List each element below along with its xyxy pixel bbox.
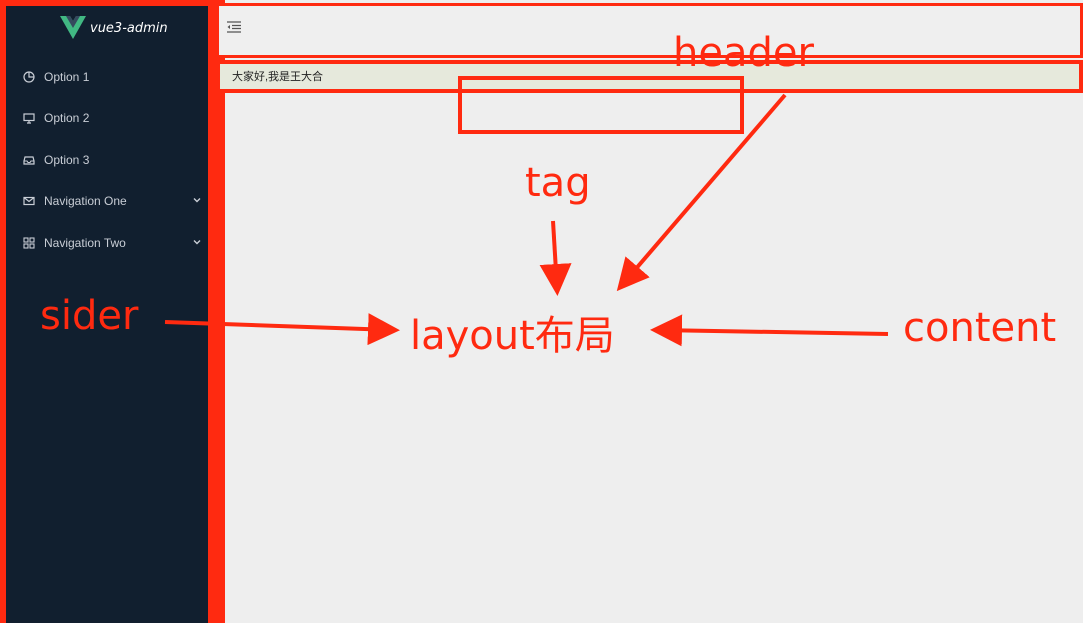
arrow-content [650, 314, 889, 347]
arrow-tag [539, 220, 572, 296]
tag-item[interactable]: 大家好,我是王大合 [232, 68, 323, 84]
sidebar-item-navigation-one[interactable]: Navigation One [0, 183, 210, 219]
annotation-sider-label: sider [40, 293, 139, 339]
sidebar-item-option-1[interactable]: Option 1 [0, 59, 210, 95]
menu-fold-icon[interactable] [226, 20, 242, 34]
header [216, 3, 1083, 58]
annotation-content-label: content [903, 305, 1057, 351]
appstore-icon [22, 236, 36, 250]
sidebar-item-label: Option 1 [44, 70, 90, 84]
annotation-header-label: header [673, 30, 814, 76]
sidebar-item-label: Navigation Two [44, 236, 126, 250]
sidebar-item-navigation-two[interactable]: Navigation Two [0, 225, 210, 261]
sidebar-item-option-3[interactable]: Option 3 [0, 142, 210, 178]
mail-icon [22, 194, 36, 208]
sidebar-item-label: Option 3 [44, 153, 90, 167]
chevron-down-icon [193, 198, 201, 203]
pie-chart-icon [22, 70, 36, 84]
annotation-tag-label: tag [525, 160, 591, 206]
desktop-icon [22, 111, 36, 125]
chevron-down-icon [193, 240, 201, 245]
sidebar-item-label: Navigation One [44, 194, 127, 208]
annotation-box [458, 76, 744, 134]
sidebar-item-option-2[interactable]: Option 2 [0, 100, 210, 136]
sider-annotation-bar [211, 0, 225, 623]
vue-logo-icon [60, 16, 86, 39]
inbox-icon [22, 153, 36, 167]
annotation-layout-label: layout布局 [410, 313, 615, 359]
sidebar-item-label: Option 2 [44, 111, 90, 125]
app-title: vue3-admin [90, 20, 168, 36]
logo[interactable]: vue3-admin [60, 14, 168, 42]
